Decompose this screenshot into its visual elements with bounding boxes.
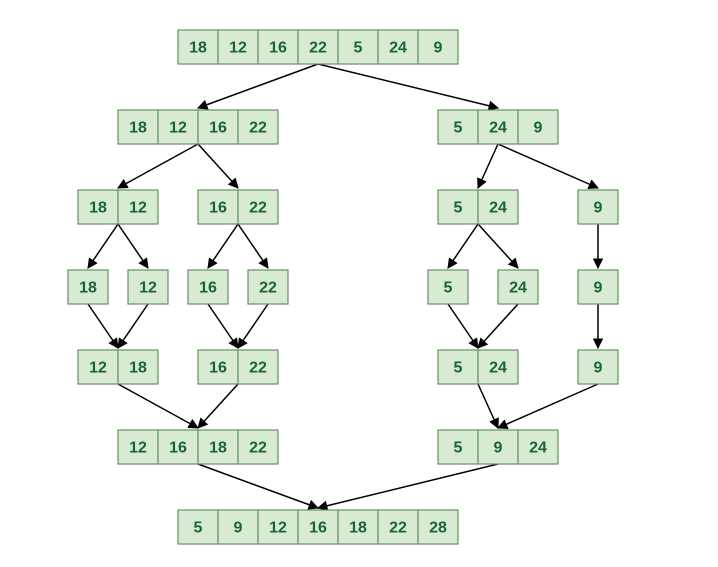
cell-value: 16 (199, 280, 217, 297)
edge (198, 384, 238, 428)
cell-value: 12 (129, 200, 147, 217)
cell-value: 22 (259, 280, 277, 297)
cell-value: 5 (454, 440, 463, 457)
cell-value: 5 (444, 280, 453, 297)
cell-value: 5 (454, 200, 463, 217)
array-node: 9 (578, 350, 618, 384)
edge (198, 144, 238, 188)
array-node: 1622 (198, 350, 278, 384)
array-node: 5 9 24 (438, 430, 558, 464)
cell-value: 12 (89, 360, 107, 377)
array-node: 5 9 12 16 18 22 28 (178, 510, 458, 544)
cell-value: 24 (509, 280, 527, 297)
edge (498, 144, 598, 188)
cell-value: 12 (269, 520, 287, 537)
edge (118, 304, 148, 348)
cell-value: 24 (489, 360, 507, 377)
cell-value: 12 (129, 440, 147, 457)
cell-value: 5 (454, 360, 463, 377)
cell-value: 5 (354, 40, 363, 57)
array-node: 1622 (198, 190, 278, 224)
cell-value: 24 (529, 440, 547, 457)
cell-value: 22 (249, 440, 267, 457)
cell-value: 28 (429, 520, 447, 537)
array-node: 18 12 16 22 5 24 9 (178, 30, 458, 64)
array-node: 9 (578, 190, 618, 224)
cell-value: 12 (169, 120, 187, 137)
edge (318, 64, 498, 108)
cell-value: 9 (434, 40, 443, 57)
cell-value: 18 (189, 40, 207, 57)
edge (498, 384, 598, 428)
edge (478, 384, 498, 428)
cell-value: 5 (454, 120, 463, 137)
array-node: 16 (188, 270, 228, 304)
array-node: 1812 (78, 190, 158, 224)
array-node: 12 (128, 270, 168, 304)
array-node: 24 (498, 270, 538, 304)
cell-value: 5 (194, 520, 203, 537)
cell-value: 9 (494, 440, 503, 457)
cell-value: 18 (129, 360, 147, 377)
edge (478, 144, 498, 188)
cell-value: 9 (534, 120, 543, 137)
cell-value: 16 (309, 520, 327, 537)
edge (318, 464, 498, 508)
edge (88, 304, 118, 348)
edge (238, 224, 268, 268)
edge (478, 224, 518, 268)
edge (478, 304, 518, 348)
array-node: 22 (248, 270, 288, 304)
array-node: 5 24 (438, 190, 518, 224)
edge (198, 64, 318, 108)
cell-value: 22 (249, 360, 267, 377)
cell-value: 22 (309, 40, 327, 57)
array-node: 5 24 (438, 350, 518, 384)
cell-value: 24 (489, 200, 507, 217)
array-node: 9 (578, 270, 618, 304)
cell-value: 16 (209, 360, 227, 377)
array-node: 12 18 (78, 350, 158, 384)
edge (118, 224, 148, 268)
cell-value: 18 (89, 200, 107, 217)
cell-value: 18 (349, 520, 367, 537)
cell-value: 22 (389, 520, 407, 537)
edge (448, 224, 478, 268)
edge (198, 464, 318, 508)
cell-value: 24 (389, 40, 407, 57)
cell-value: 18 (209, 440, 227, 457)
cell-value: 24 (489, 120, 507, 137)
cell-value: 9 (594, 360, 603, 377)
edge (448, 304, 478, 348)
edge (118, 144, 198, 188)
array-node: 12 16 18 22 (118, 430, 278, 464)
cell-value: 12 (229, 40, 247, 57)
cell-value: 9 (594, 200, 603, 217)
merge-sort-diagram: 1812162252491812162252491812162252491812… (0, 0, 718, 567)
cell-value: 22 (249, 120, 267, 137)
cell-value: 16 (169, 440, 187, 457)
array-node: 18 12 16 22 (118, 110, 278, 144)
array-node: 18 (68, 270, 108, 304)
edge (238, 304, 268, 348)
cell-value: 12 (139, 280, 157, 297)
cell-value: 16 (269, 40, 287, 57)
edge (208, 224, 238, 268)
cell-value: 18 (129, 120, 147, 137)
array-node: 5 (428, 270, 468, 304)
cell-value: 9 (594, 280, 603, 297)
cell-value: 16 (209, 200, 227, 217)
cell-value: 18 (79, 280, 97, 297)
edge (208, 304, 238, 348)
array-node: 5 24 9 (438, 110, 558, 144)
cell-value: 9 (234, 520, 243, 537)
edge (118, 384, 198, 428)
edge (88, 224, 118, 268)
cell-value: 22 (249, 200, 267, 217)
cell-value: 16 (209, 120, 227, 137)
